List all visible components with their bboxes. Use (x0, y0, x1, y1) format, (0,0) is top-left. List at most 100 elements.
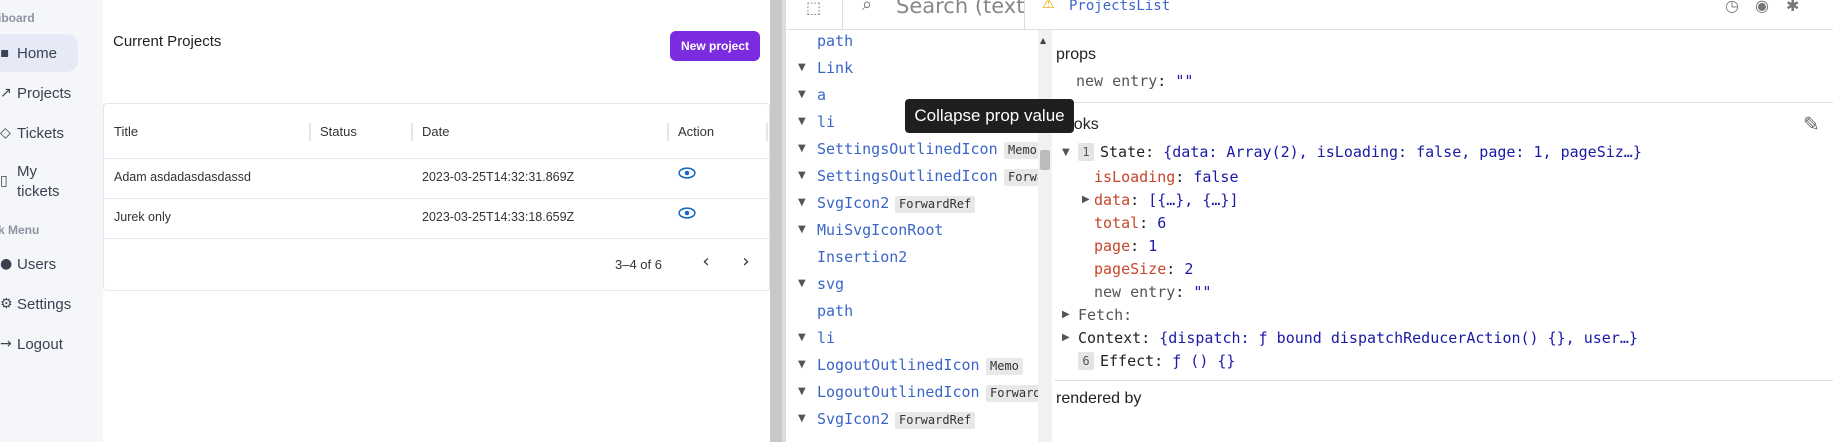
row-divider (104, 158, 769, 159)
chevron-left-icon[interactable]: ‹ (694, 249, 718, 273)
eye-icon[interactable] (678, 207, 696, 219)
tree-node-label: a (817, 86, 827, 104)
collapse-arrow-icon[interactable]: ▼ (798, 332, 806, 343)
sidebar-item-projects[interactable]: ↗ Projects (0, 74, 78, 112)
expand-arrow-icon[interactable]: ▶ (1062, 332, 1070, 343)
column-header-date[interactable]: Date (422, 124, 449, 139)
row-divider (104, 238, 769, 239)
collapse-arrow-icon[interactable]: ▼ (798, 62, 806, 73)
tree-node-label: svg (817, 275, 845, 293)
search-icon: ⌕ (862, 0, 873, 15)
collapse-arrow-icon[interactable]: ▼ (798, 386, 806, 397)
hook-effect[interactable]: 6 Effect: ƒ () {} (1078, 352, 1235, 370)
scrollbar-thumb[interactable] (1040, 150, 1050, 170)
column-separator[interactable] (766, 123, 768, 141)
expand-arrow-icon[interactable]: ▶ (1062, 309, 1070, 320)
hook-state[interactable]: 1 State: {data: Array(2), isLoading: fals… (1078, 143, 1642, 161)
hook-fetch[interactable]: Fetch: (1078, 306, 1132, 324)
column-separator[interactable] (411, 123, 413, 141)
tree-node-label: SettingsOutlinedIcon (817, 140, 998, 158)
hook-field[interactable]: data: [{…}, {…}] (1094, 191, 1239, 209)
collapse-arrow-icon[interactable]: ▼ (798, 197, 806, 208)
tag-icon: ◇ (0, 125, 11, 141)
cell-date: 2023-03-25T14:33:18.659Z (422, 210, 575, 224)
column-separator[interactable] (667, 123, 669, 141)
collapse-arrow-icon[interactable]: ▼ (798, 278, 806, 289)
select-element-icon[interactable]: ⬚ (806, 0, 821, 17)
column-separator[interactable] (309, 123, 311, 141)
page-title: Current Projects (113, 33, 222, 50)
inspector-panel: props new entry: "" hooks ✎ ▼ 1 State: {d… (1054, 30, 1833, 442)
timer-icon[interactable]: ◷ (1725, 0, 1739, 15)
tree-node-label: li (817, 113, 836, 131)
tree-node-badge: ForwardRef (895, 412, 976, 429)
parse-hook-names-icon[interactable]: ✎ (1803, 112, 1820, 136)
sidebar-item-label: Home (17, 44, 58, 62)
bug-icon[interactable]: ✱ (1786, 0, 1799, 15)
hook-field[interactable]: total: 6 (1094, 214, 1166, 232)
tree-node-badge: Memo (986, 358, 1023, 375)
row-divider (104, 198, 769, 199)
prop-entry[interactable]: new entry: "" (1076, 72, 1193, 90)
home-icon: ▪ (0, 45, 10, 61)
cell-date: 2023-03-25T14:32:31.869Z (422, 170, 575, 184)
tree-node-label: LogoutOutlinedIcon (817, 356, 980, 374)
collapse-arrow-icon[interactable]: ▼ (798, 89, 806, 100)
scroll-up-icon[interactable]: ▲ (1040, 36, 1046, 45)
tree-node-label: SvgIcon2 (817, 410, 890, 428)
tree-node-label: Link (817, 59, 854, 77)
pane-splitter[interactable] (770, 0, 786, 442)
devtools-toolbar: ⬚ ⌕ Search (text ⚠ ProjectsList ◷ ◉ ✱ (786, 0, 1833, 30)
sidebar-item-tickets[interactable]: ◇ Tickets (0, 114, 78, 152)
sidebar-section-menu: k Menu (0, 223, 40, 237)
tree-node-badge: ForwardRef (1004, 169, 1039, 186)
sidebar-item-label: Users (17, 255, 57, 273)
chevron-right-icon[interactable]: › (734, 249, 758, 273)
sidebar-item-label: Settings (17, 295, 72, 313)
column-header-action[interactable]: Action (678, 124, 714, 139)
hook-context[interactable]: Context: {dispatch: ƒ bound dispatchRedu… (1078, 329, 1638, 347)
react-devtools: ⬚ ⌕ Search (text ⚠ ProjectsList ◷ ◉ ✱ pa… (786, 0, 1833, 442)
search-input[interactable]: Search (text (896, 0, 1024, 18)
eye-icon[interactable]: ◉ (1755, 0, 1769, 15)
collapse-arrow-icon[interactable]: ▼ (798, 413, 806, 424)
sidebar-item-settings[interactable]: ⚙ Settings (0, 285, 78, 323)
warning-icon: ⚠ (1042, 0, 1055, 12)
collapse-arrow-icon[interactable]: ▼ (798, 143, 806, 154)
sidebar-item-label: Projects (17, 84, 72, 102)
sidebar-item-users[interactable]: ● Users (0, 245, 78, 283)
selected-component-name: ProjectsList (1069, 0, 1171, 14)
hook-field[interactable]: pageSize: 2 (1094, 260, 1193, 278)
hook-field[interactable]: isLoading: false (1094, 168, 1239, 186)
sidebar-item-label: My tickets (17, 163, 60, 200)
collapse-arrow-icon[interactable]: ▼ (798, 224, 806, 235)
new-project-button[interactable]: New project (670, 31, 760, 61)
ticket-icon: ▯ (0, 173, 8, 189)
sidebar-item-home[interactable]: ▪ Home (0, 34, 78, 72)
collapse-arrow-icon[interactable]: ▼ (798, 359, 806, 370)
cell-title: Jurek only (114, 210, 171, 224)
sidebar-item-my-tickets[interactable]: ▯ My tickets (0, 161, 78, 203)
expand-arrow-icon[interactable]: ▶ (1082, 194, 1090, 205)
collapse-arrow-icon[interactable]: ▼ (1062, 147, 1070, 158)
tooltip: Collapse prop value (905, 99, 1074, 133)
sidebar-item-label: Logout (17, 335, 63, 353)
tree-node-label: path (817, 32, 854, 50)
sidebar-item-label: Tickets (17, 124, 64, 142)
chart-icon: ↗ (0, 85, 12, 101)
hook-new-entry[interactable]: new entry: "" (1094, 283, 1211, 301)
app-sidebar: iboard ▪ Home ↗ Projects ◇ Tickets ▯ My … (0, 0, 103, 442)
tree-scrollbar[interactable] (1038, 30, 1052, 442)
column-header-status[interactable]: Status (320, 124, 357, 139)
column-header-title[interactable]: Title (114, 124, 138, 139)
tree-node-label: LogoutOutlinedIcon (817, 383, 980, 401)
collapse-arrow-icon[interactable]: ▼ (798, 116, 806, 127)
tree-node-badge: ForwardRef (986, 385, 1039, 402)
sidebar-item-logout[interactable]: → Logout (0, 325, 78, 363)
tree-node-label: SettingsOutlinedIcon (817, 167, 998, 185)
tree-node-label: Insertion2 (817, 248, 908, 266)
hook-field[interactable]: page: 1 (1094, 237, 1157, 255)
tree-node-label: li (817, 329, 836, 347)
collapse-arrow-icon[interactable]: ▼ (798, 170, 806, 181)
eye-icon[interactable] (678, 167, 696, 179)
